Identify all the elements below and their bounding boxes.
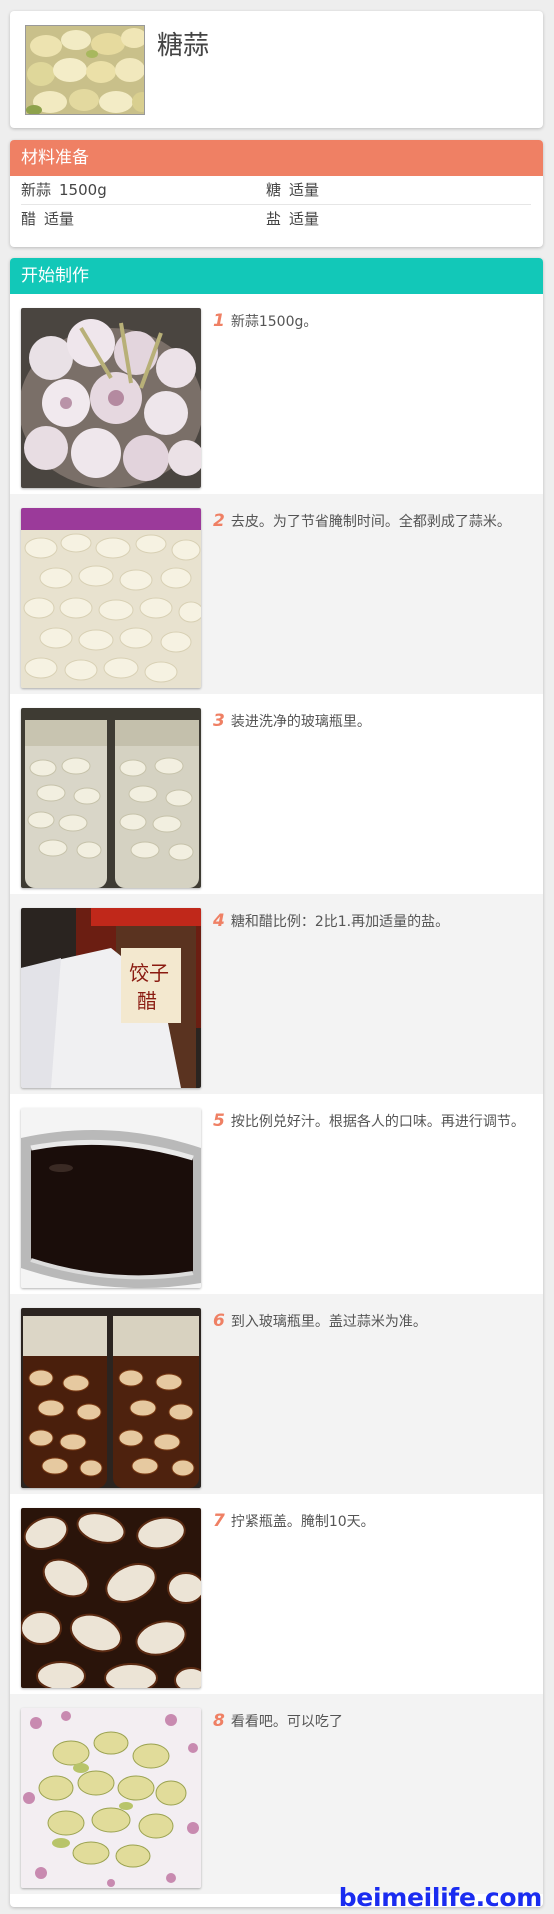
step-description: 糖和醋比例：2比1.再加适量的盐。: [230, 914, 450, 930]
ingredient-name: 糖: [266, 181, 282, 199]
step-item: 1 新蒜1500g。: [10, 294, 543, 494]
recipe-title-card: 糖蒜: [10, 11, 543, 128]
recipe-cover-image[interactable]: [25, 25, 145, 115]
ingredients-table: 新蒜 1500g 糖适量 醋适量 盐适量: [10, 176, 543, 234]
step-item: 3 装进洗净的玻璃瓶里。: [10, 694, 543, 894]
ingredient-amount: 适量: [44, 210, 75, 228]
step-item: 5 按比例兑好汁。根据各人的口味。再进行调节。: [10, 1094, 543, 1294]
watermark-text: beimeilife.com: [338, 1883, 543, 1912]
step-description: 装进洗净的玻璃瓶里。: [230, 714, 371, 730]
step-number: 8: [213, 1711, 225, 1731]
ingredient-amount: 适量: [289, 210, 320, 228]
ingredients-card: 材料准备 新蒜 1500g 糖适量 醋适量 盐适量: [10, 140, 543, 247]
ingredient-row: 新蒜 1500g 糖适量: [21, 176, 531, 205]
step-item: 7 拧紧瓶盖。腌制10天。: [10, 1494, 543, 1694]
step-number: 2: [213, 511, 225, 531]
step-text: 8 看看吧。可以吃了: [211, 1711, 526, 1732]
ingredients-header: 材料准备: [10, 140, 543, 176]
step-item: 饺子 醋 4 糖和醋比例：2比1.再加适量的盐。: [10, 894, 543, 1094]
ingredient-amount: 适量: [289, 181, 320, 199]
step-text: 7 拧紧瓶盖。腌制10天。: [211, 1511, 526, 1532]
step-photo[interactable]: [21, 308, 201, 488]
step-text: 3 装进洗净的玻璃瓶里。: [211, 711, 526, 732]
step-number: 7: [213, 1511, 225, 1531]
ingredient-name: 新蒜: [21, 181, 52, 199]
step-number: 1: [213, 311, 225, 331]
step-photo[interactable]: [21, 1708, 201, 1888]
step-number: 3: [213, 711, 225, 731]
step-description: 去皮。为了节省腌制时间。全都剥成了蒜米。: [230, 514, 511, 530]
svg-text:饺子: 饺子: [129, 961, 169, 985]
step-item: 6 到入玻璃瓶里。盖过蒜米为准。: [10, 1294, 543, 1494]
ingredient-amount: 1500g: [59, 181, 107, 199]
recipe-title: 糖蒜: [157, 31, 210, 61]
step-photo[interactable]: [21, 508, 201, 688]
steps-header: 开始制作: [10, 258, 543, 294]
ingredient-name: 盐: [266, 210, 282, 228]
ingredient-item: 糖适量: [266, 176, 319, 205]
step-item: 8 看看吧。可以吃了: [10, 1694, 543, 1894]
ingredient-item: 新蒜 1500g: [21, 176, 107, 205]
step-text: 2 去皮。为了节省腌制时间。全都剥成了蒜米。: [211, 511, 526, 532]
step-text: 1 新蒜1500g。: [211, 311, 526, 332]
svg-text:醋: 醋: [137, 989, 157, 1013]
step-description: 按比例兑好汁。根据各人的口味。再进行调节。: [230, 1114, 525, 1130]
step-number: 4: [213, 911, 225, 931]
step-text: 6 到入玻璃瓶里。盖过蒜米为准。: [211, 1311, 526, 1332]
step-number: 5: [213, 1111, 225, 1131]
step-description: 看看吧。可以吃了: [230, 1714, 343, 1730]
step-item: 2 去皮。为了节省腌制时间。全都剥成了蒜米。: [10, 494, 543, 694]
step-description: 新蒜1500g。: [230, 314, 318, 330]
step-number: 6: [213, 1311, 225, 1331]
step-photo[interactable]: [21, 1108, 201, 1288]
step-photo[interactable]: 饺子 醋: [21, 908, 201, 1088]
ingredient-row: 醋适量 盐适量: [21, 205, 531, 234]
ingredient-item: 醋适量: [21, 205, 74, 234]
steps-card: 开始制作 1 新蒜1500g。 2 去皮。为了节省腌制时间。全都剥成了蒜米。 3…: [10, 258, 543, 1907]
step-text: 5 按比例兑好汁。根据各人的口味。再进行调节。: [211, 1111, 526, 1132]
step-description: 到入玻璃瓶里。盖过蒜米为准。: [230, 1314, 427, 1330]
step-description: 拧紧瓶盖。腌制10天。: [230, 1514, 375, 1530]
step-photo[interactable]: [21, 1308, 201, 1488]
ingredient-item: 盐适量: [266, 205, 319, 234]
step-photo[interactable]: [21, 708, 201, 888]
step-photo[interactable]: [21, 1508, 201, 1688]
ingredient-name: 醋: [21, 210, 37, 228]
step-text: 4 糖和醋比例：2比1.再加适量的盐。: [211, 911, 526, 932]
